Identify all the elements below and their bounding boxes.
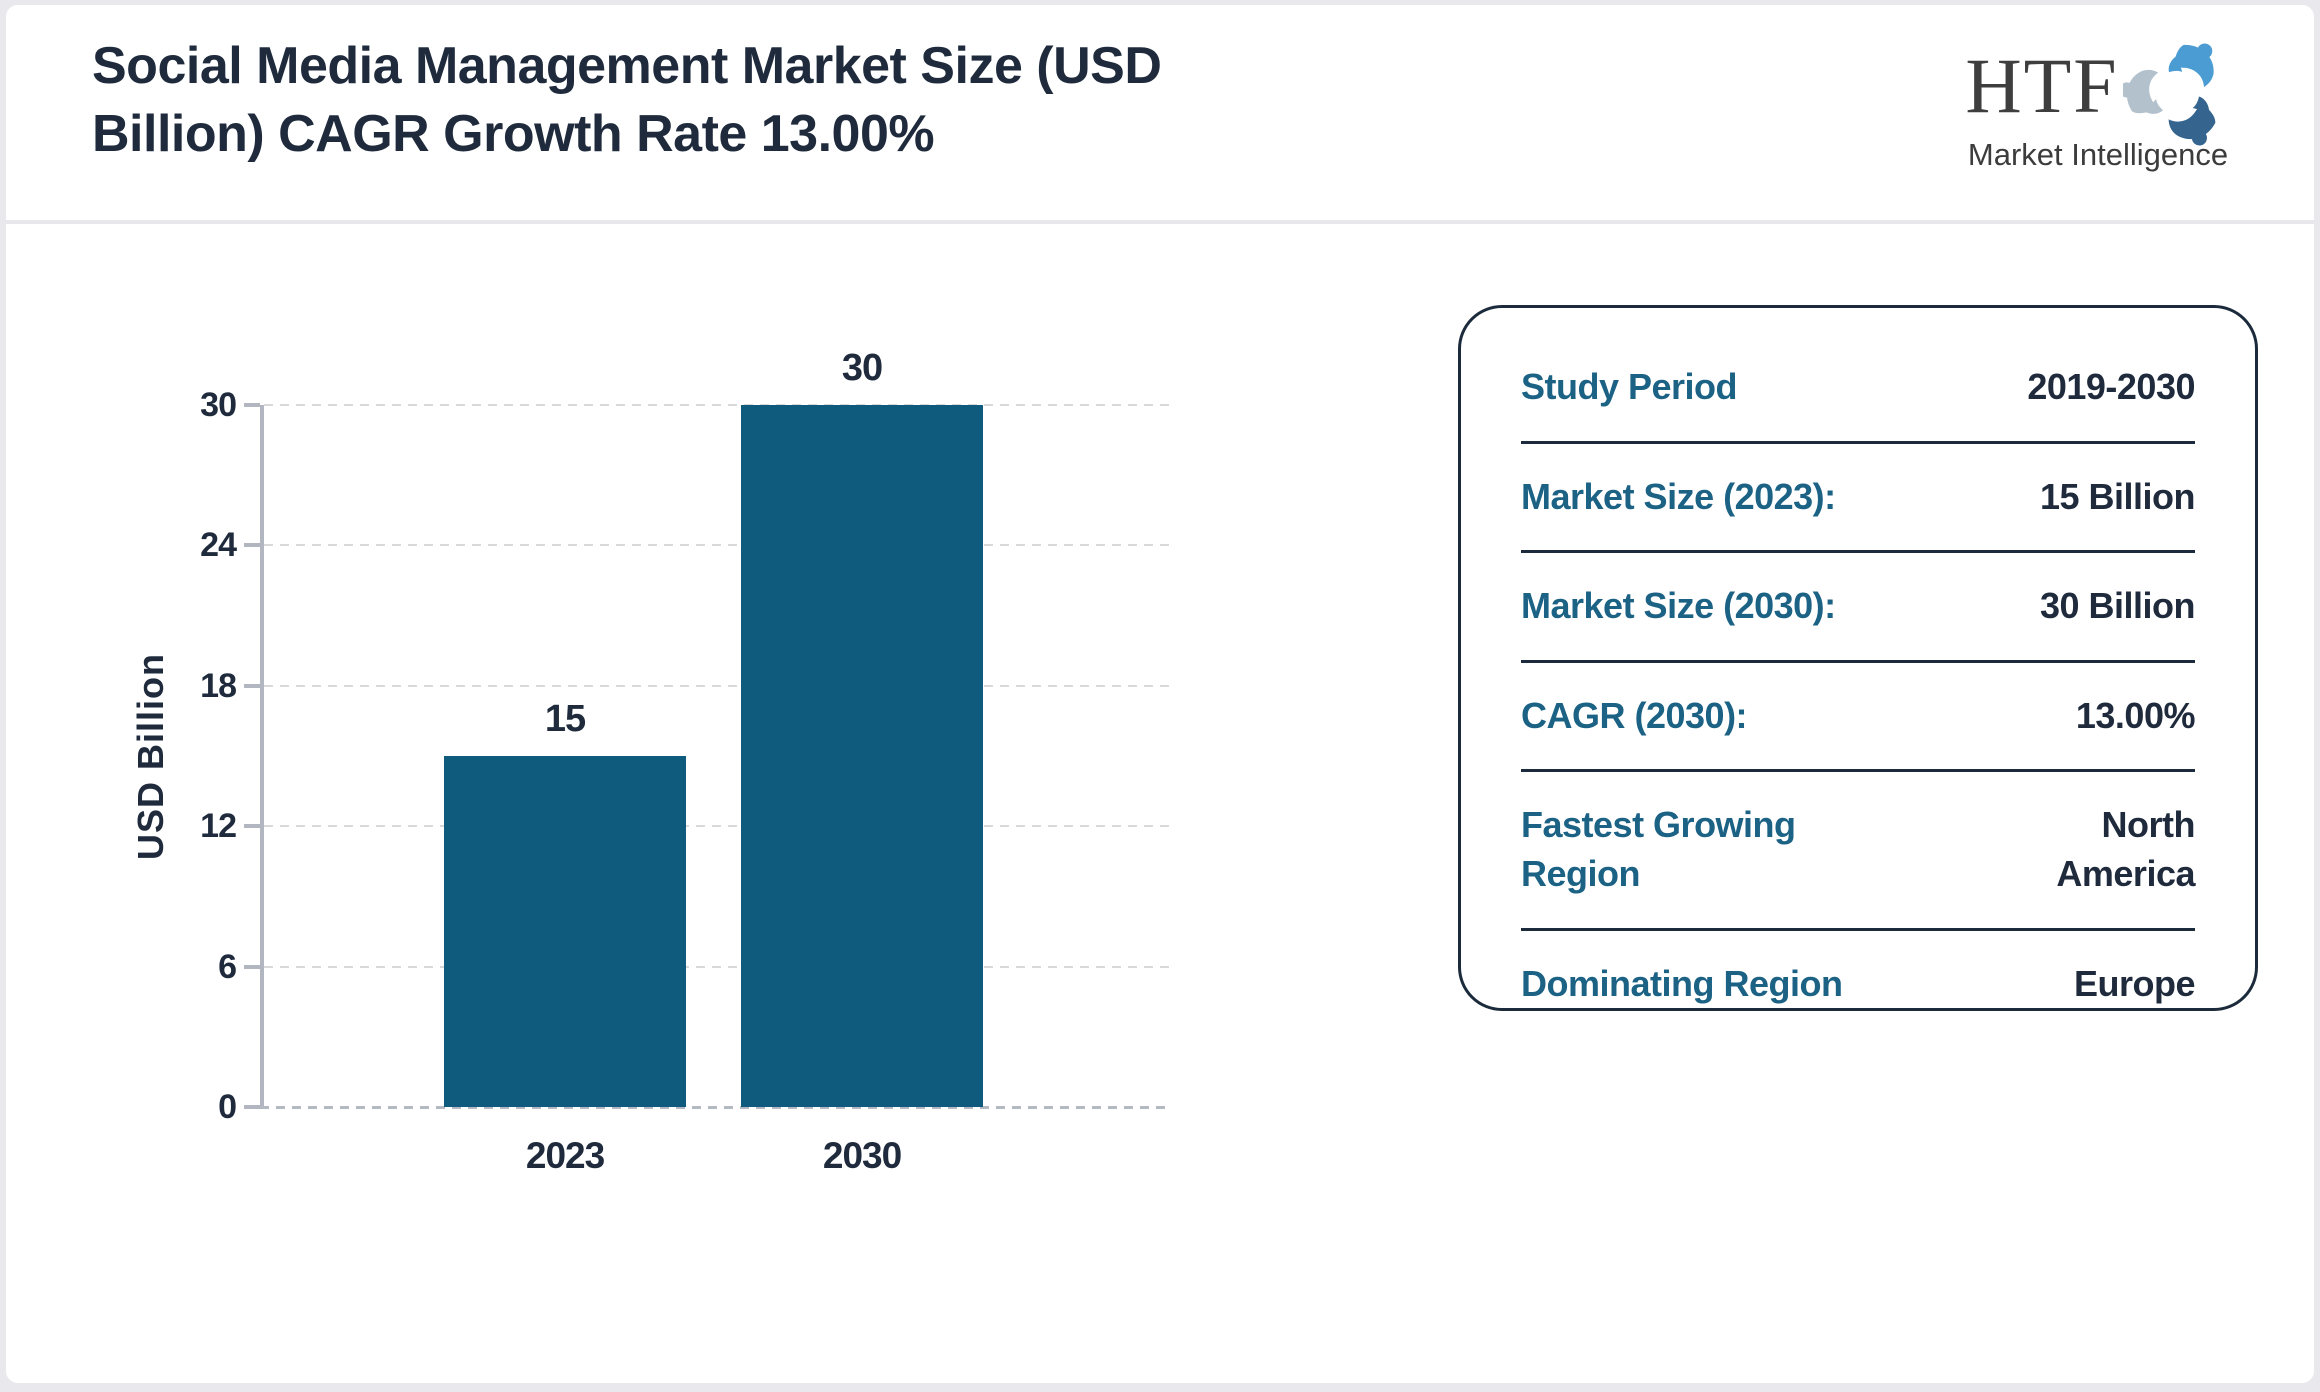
logo-row: HTF (1938, 39, 2258, 147)
info-row: CAGR (2030): 13.00% (1521, 663, 2196, 773)
gridline (264, 825, 1172, 828)
y-tick-mark (244, 1105, 260, 1109)
panel-rows: Study Period 2019-2030 Market Size (2023):… (1461, 308, 2255, 1037)
y-tick-label: 0 (218, 1088, 237, 1126)
gridline (264, 684, 1172, 687)
logo-tagline: Market Intelligence (1967, 137, 2229, 172)
info-row-value: 13.00% (2075, 694, 2196, 736)
triskelion-people-icon (2122, 39, 2226, 147)
bar-value-label: 15 (544, 698, 586, 740)
logo-wordmark: HTF (1965, 42, 2119, 129)
page-title: Social Media Management Market Size (USD… (92, 37, 1162, 163)
info-row: Study Period 2019-2030 (1521, 334, 2195, 444)
info-row-value: Europe (2073, 962, 2196, 1004)
y-tick-label: 6 (218, 947, 237, 986)
header: Social Media Management Market Size (USD… (6, 5, 2314, 224)
bar-2023 (444, 756, 687, 1107)
y-tick-label: 24 (200, 526, 237, 565)
y-tick-mark (244, 403, 260, 407)
info-row-label: Market Size (2023): (1521, 475, 1836, 517)
y-tick-mark (244, 964, 260, 969)
htf-logo: HTF Market Intelligence (1938, 39, 2258, 173)
gridline (264, 965, 1172, 968)
info-row-label: CAGR (2030): (1521, 694, 1748, 736)
gridline (264, 544, 1172, 547)
info-row-label: Dominating Region (1521, 962, 1843, 1004)
info-row: Dominating Region Europe (1521, 931, 2196, 1038)
y-axis-label: USD Billion (130, 652, 171, 860)
info-row-label: Fastest Growing Region (1521, 804, 1796, 894)
y-tick-label: 18 (200, 666, 237, 705)
bar-chart: USD Billion 0 6 12 18 24 30 15 30 2023 2030 (130, 349, 1172, 1174)
info-row: Market Size (2023): 15 Billion (1521, 444, 2196, 554)
y-tick-label: 30 (200, 386, 237, 424)
market-summary-panel: Study Period 2019-2030 Market Size (2023):… (1458, 305, 2258, 1011)
y-tick-mark (244, 824, 260, 829)
y-tick-label: 12 (200, 807, 237, 846)
info-row-label: Market Size (2030): (1521, 585, 1836, 627)
x-axis-baseline (260, 1106, 1172, 1109)
x-tick-label: 2030 (822, 1135, 902, 1176)
info-row: Fastest Growing Region North America (1521, 772, 2195, 931)
info-row-value: 2019-2030 (2027, 366, 2195, 407)
page: Social Media Management Market Size (USD… (6, 5, 2314, 1383)
x-tick-label: 2023 (525, 1135, 605, 1176)
y-tick-mark (244, 543, 260, 548)
info-row-value: 30 Billion (2039, 585, 2196, 627)
info-row: Market Size (2030): 30 Billion (1521, 553, 2196, 663)
bar-value-label: 30 (841, 347, 883, 389)
bar-2030 (741, 405, 984, 1107)
info-row-label: Study Period (1521, 366, 1738, 407)
info-row-value: 15 Billion (2039, 475, 2196, 517)
y-tick-mark (244, 683, 260, 688)
info-row-value: North America (2056, 804, 2195, 894)
gridline (264, 404, 1172, 406)
